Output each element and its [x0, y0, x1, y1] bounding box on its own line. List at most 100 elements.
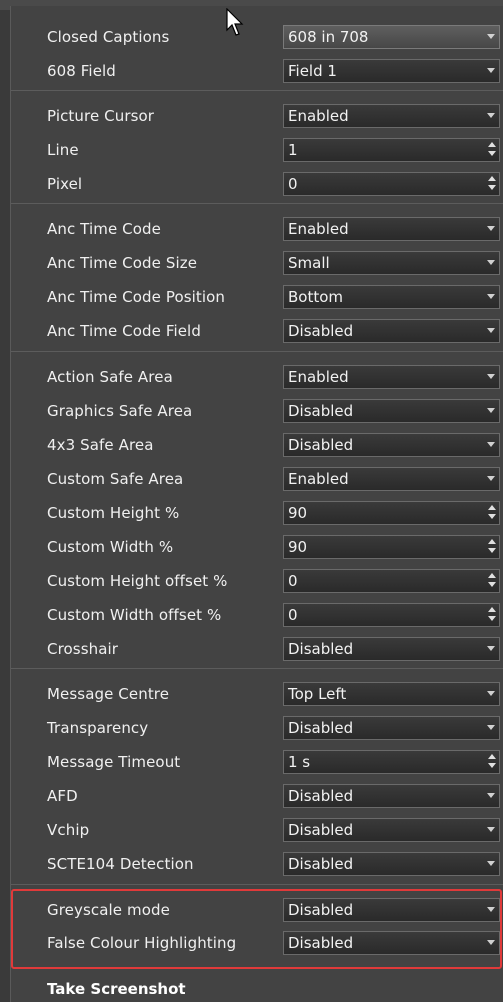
arrow-down-icon[interactable]: [488, 185, 496, 190]
chevron-down-icon[interactable]: [487, 260, 495, 265]
chevron-down-icon[interactable]: [487, 907, 495, 912]
chevron-down-icon[interactable]: [487, 476, 495, 481]
dropdown-crosshair[interactable]: Disabled: [283, 637, 500, 661]
chevron-down-icon[interactable]: [487, 328, 495, 333]
setting-row-anc-time-code: Anc Time Code Enabled: [11, 214, 503, 244]
dropdown-anc-time-code-position[interactable]: Bottom: [283, 285, 500, 309]
setting-value: Enabled: [288, 107, 349, 125]
dropdown-message-centre[interactable]: Top Left: [283, 682, 500, 706]
dropdown-anc-time-code-size[interactable]: Small: [283, 251, 500, 275]
setting-value: Small: [288, 254, 330, 272]
settings-panel: Take Screenshot Closed Captions 608 in 70…: [10, 6, 503, 1002]
arrow-down-icon[interactable]: [488, 616, 496, 621]
arrow-up-icon[interactable]: [488, 754, 496, 759]
setting-label: False Colour Highlighting: [47, 934, 237, 952]
chevron-down-icon[interactable]: [487, 861, 495, 866]
chevron-down-icon[interactable]: [487, 725, 495, 730]
setting-value: Enabled: [288, 220, 349, 238]
spinner-arrows-icon[interactable]: [487, 505, 497, 521]
chevron-down-icon[interactable]: [487, 374, 495, 379]
chevron-down-icon[interactable]: [487, 646, 495, 651]
setting-value: 1: [288, 141, 298, 159]
setting-label: Action Safe Area: [47, 368, 173, 386]
setting-label: Line: [47, 141, 79, 159]
arrow-down-icon[interactable]: [488, 548, 496, 553]
chevron-down-icon[interactable]: [487, 691, 495, 696]
spinner-message-timeout[interactable]: 1 s: [283, 750, 500, 774]
setting-value: Disabled: [288, 322, 354, 340]
setting-label: Closed Captions: [47, 28, 170, 46]
spinner-line[interactable]: 1: [283, 138, 500, 162]
spinner-arrows-icon[interactable]: [487, 539, 497, 555]
setting-row-graphics-safe-area: Graphics Safe Area Disabled: [11, 396, 503, 426]
arrow-up-icon[interactable]: [488, 142, 496, 147]
setting-label: Pixel: [47, 175, 83, 193]
arrow-up-icon[interactable]: [488, 539, 496, 544]
dropdown-picture-cursor[interactable]: Enabled: [283, 104, 500, 128]
setting-label: Anc Time Code Position: [47, 288, 226, 306]
spinner-pixel[interactable]: 0: [283, 172, 500, 196]
dropdown-4x3-safe-area[interactable]: Disabled: [283, 433, 500, 457]
spinner-custom-width-pct[interactable]: 90: [283, 535, 500, 559]
setting-label: AFD: [47, 787, 78, 805]
spinner-custom-height-pct[interactable]: 90: [283, 501, 500, 525]
dropdown-scte104-detection[interactable]: Disabled: [283, 852, 500, 876]
dropdown-anc-time-code-field[interactable]: Disabled: [283, 319, 500, 343]
arrow-up-icon[interactable]: [488, 607, 496, 612]
dropdown-afd[interactable]: Disabled: [283, 784, 500, 808]
dropdown-closed-captions[interactable]: 608 in 708: [283, 25, 500, 49]
setting-value: Field 1: [288, 62, 337, 80]
arrow-up-icon[interactable]: [488, 573, 496, 578]
setting-value: Disabled: [288, 934, 354, 952]
dropdown-graphics-safe-area[interactable]: Disabled: [283, 399, 500, 423]
spinner-custom-width-offset-pct[interactable]: 0: [283, 603, 500, 627]
setting-row-anc-time-code-size: Anc Time Code Size Small: [11, 248, 503, 278]
spinner-arrows-icon[interactable]: [487, 176, 497, 192]
arrow-down-icon[interactable]: [488, 151, 496, 156]
chevron-down-icon[interactable]: [487, 113, 495, 118]
chevron-down-icon[interactable]: [487, 68, 495, 73]
dropdown-transparency[interactable]: Disabled: [283, 716, 500, 740]
chevron-down-icon[interactable]: [487, 226, 495, 231]
spinner-custom-height-offset-pct[interactable]: 0: [283, 569, 500, 593]
spinner-arrows-icon[interactable]: [487, 754, 497, 770]
setting-value: Enabled: [288, 470, 349, 488]
setting-label: Anc Time Code Field: [47, 322, 201, 340]
spinner-arrows-icon[interactable]: [487, 607, 497, 623]
setting-label: Anc Time Code: [47, 220, 161, 238]
chevron-down-icon[interactable]: [487, 940, 495, 945]
chevron-down-icon[interactable]: [487, 442, 495, 447]
setting-label: Greyscale mode: [47, 901, 170, 919]
setting-value: Disabled: [288, 901, 354, 919]
arrow-down-icon[interactable]: [488, 582, 496, 587]
chevron-down-icon[interactable]: [487, 408, 495, 413]
setting-value: Disabled: [288, 821, 354, 839]
setting-row-custom-height-pct: Custom Height % 90: [11, 498, 503, 528]
chevron-down-icon[interactable]: [487, 827, 495, 832]
spinner-arrows-icon[interactable]: [487, 142, 497, 158]
dropdown-custom-safe-area[interactable]: Enabled: [283, 467, 500, 491]
dropdown-action-safe-area[interactable]: Enabled: [283, 365, 500, 389]
setting-label: Custom Width %: [47, 538, 174, 556]
setting-row-picture-cursor: Picture Cursor Enabled: [11, 101, 503, 131]
chevron-down-icon[interactable]: [487, 34, 495, 39]
dropdown-greyscale-mode[interactable]: Disabled: [283, 898, 500, 922]
arrow-down-icon[interactable]: [488, 514, 496, 519]
chevron-down-icon[interactable]: [487, 294, 495, 299]
setting-row-anc-time-code-position: Anc Time Code Position Bottom: [11, 282, 503, 312]
setting-row-action-safe-area: Action Safe Area Enabled: [11, 362, 503, 392]
dropdown-anc-time-code[interactable]: Enabled: [283, 217, 500, 241]
setting-value: Top Left: [288, 685, 347, 703]
chevron-down-icon[interactable]: [487, 793, 495, 798]
arrow-up-icon[interactable]: [488, 505, 496, 510]
take-screenshot-button[interactable]: Take Screenshot: [47, 980, 186, 998]
arrow-down-icon[interactable]: [488, 763, 496, 768]
arrow-up-icon[interactable]: [488, 176, 496, 181]
spinner-arrows-icon[interactable]: [487, 573, 497, 589]
setting-label: SCTE104 Detection: [47, 855, 194, 873]
setting-value: 0: [288, 572, 298, 590]
setting-value: Disabled: [288, 855, 354, 873]
dropdown-608-field[interactable]: Field 1: [283, 59, 500, 83]
dropdown-vchip[interactable]: Disabled: [283, 818, 500, 842]
dropdown-false-colour-highlighting[interactable]: Disabled: [283, 931, 500, 955]
